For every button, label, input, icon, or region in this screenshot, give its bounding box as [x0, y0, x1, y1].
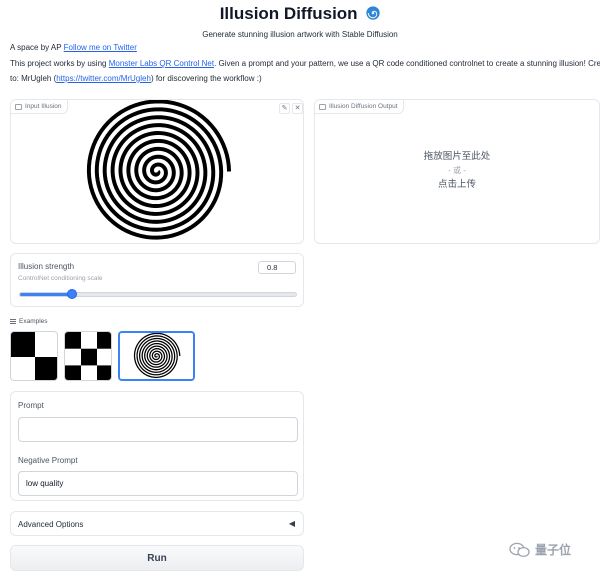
- credit-description-suffix: ) for discovering the workflow :): [150, 74, 262, 83]
- spiral-thumbnail-graphic: [120, 333, 193, 379]
- slider-thumb[interactable]: [66, 289, 77, 299]
- illusion-strength-number-input[interactable]: 0.8: [258, 261, 296, 274]
- close-icon[interactable]: ✕: [292, 103, 303, 114]
- illusion-strength-slider-track[interactable]: [19, 292, 297, 297]
- spiral-pattern-graphic: [42, 100, 272, 243]
- examples-label: Examples: [19, 318, 48, 325]
- examples-header: Examples: [10, 318, 48, 325]
- input-spiral-image: [42, 100, 272, 243]
- description-suffix: . Given a prompt and your pattern, we us…: [214, 59, 600, 68]
- watermark-text: 量子位: [535, 543, 572, 557]
- caret-left-icon: ◀: [288, 519, 295, 528]
- list-icon: [10, 319, 16, 324]
- checkerboard-3x3-graphic: [65, 332, 111, 380]
- prompt-label: Prompt: [18, 401, 44, 410]
- or-text: - 或 -: [448, 166, 466, 175]
- illusion-strength-info: ControlNet conditioning scale: [18, 275, 103, 282]
- credit-line: A space by AP Follow me on Twitter: [10, 43, 137, 52]
- negative-prompt-label: Negative Prompt: [18, 456, 78, 465]
- run-button[interactable]: Run: [10, 545, 304, 571]
- title-text: Illusion Diffusion: [219, 4, 358, 23]
- description-prefix: This project works by using: [10, 59, 109, 68]
- output-tag: Illusion Diffusion Output: [315, 100, 404, 114]
- mrugleh-twitter-link[interactable]: https://twitter.com/MrUgleh: [56, 74, 151, 83]
- input-illusion-panel[interactable]: Input Illusion ✎ ✕: [10, 99, 304, 244]
- credit-prefix: A space by AP: [10, 43, 64, 52]
- credit-description-prefix: to: MrUgleh (: [10, 74, 57, 83]
- page-title: Illusion Diffusion: [0, 4, 600, 24]
- example-checkerboard-2x2[interactable]: [10, 331, 58, 381]
- click-upload-text: 点击上传: [437, 179, 476, 190]
- upload-dropzone[interactable]: 拖放图片至此处 - 或 - 点击上传: [315, 150, 599, 192]
- advanced-options-accordion[interactable]: Advanced Options ◀: [10, 511, 304, 536]
- credit-description-line: to: MrUgleh (https://twitter.com/MrUgleh…: [10, 74, 262, 83]
- example-spiral[interactable]: [118, 331, 195, 381]
- spiral-emoji-icon: [366, 6, 380, 20]
- output-panel[interactable]: Illusion Diffusion Output 拖放图片至此处 - 或 - …: [314, 99, 600, 244]
- illusion-strength-panel: Illusion strength ControlNet conditionin…: [10, 253, 304, 307]
- image-icon: [15, 103, 22, 110]
- image-icon: [319, 103, 326, 110]
- page-subtitle: Generate stunning illusion artwork with …: [202, 30, 398, 39]
- controlnet-link[interactable]: Monster Labs QR Control Net: [109, 59, 214, 68]
- drop-text: 拖放图片至此处: [423, 151, 491, 162]
- input-illusion-label: Input Illusion: [25, 103, 62, 110]
- negative-prompt-input[interactable]: low quality: [18, 471, 298, 496]
- watermark: 量子位: [509, 541, 571, 558]
- prompt-panel: Prompt Negative Prompt low quality: [10, 391, 304, 501]
- description-line: This project works by using Monster Labs…: [10, 59, 600, 68]
- example-checkerboard-3x3[interactable]: [64, 331, 112, 381]
- output-label: Illusion Diffusion Output: [329, 103, 398, 110]
- pencil-icon[interactable]: ✎: [279, 103, 290, 114]
- slider-fill: [20, 293, 73, 296]
- prompt-input[interactable]: [18, 417, 298, 442]
- twitter-follow-link[interactable]: Follow me on Twitter: [64, 43, 137, 52]
- input-illusion-tag: Input Illusion: [11, 100, 68, 114]
- illusion-strength-label: Illusion strength: [18, 262, 75, 271]
- advanced-options-label: Advanced Options: [18, 520, 84, 529]
- wechat-icon: [509, 542, 530, 557]
- checkerboard-2x2-graphic: [11, 332, 57, 380]
